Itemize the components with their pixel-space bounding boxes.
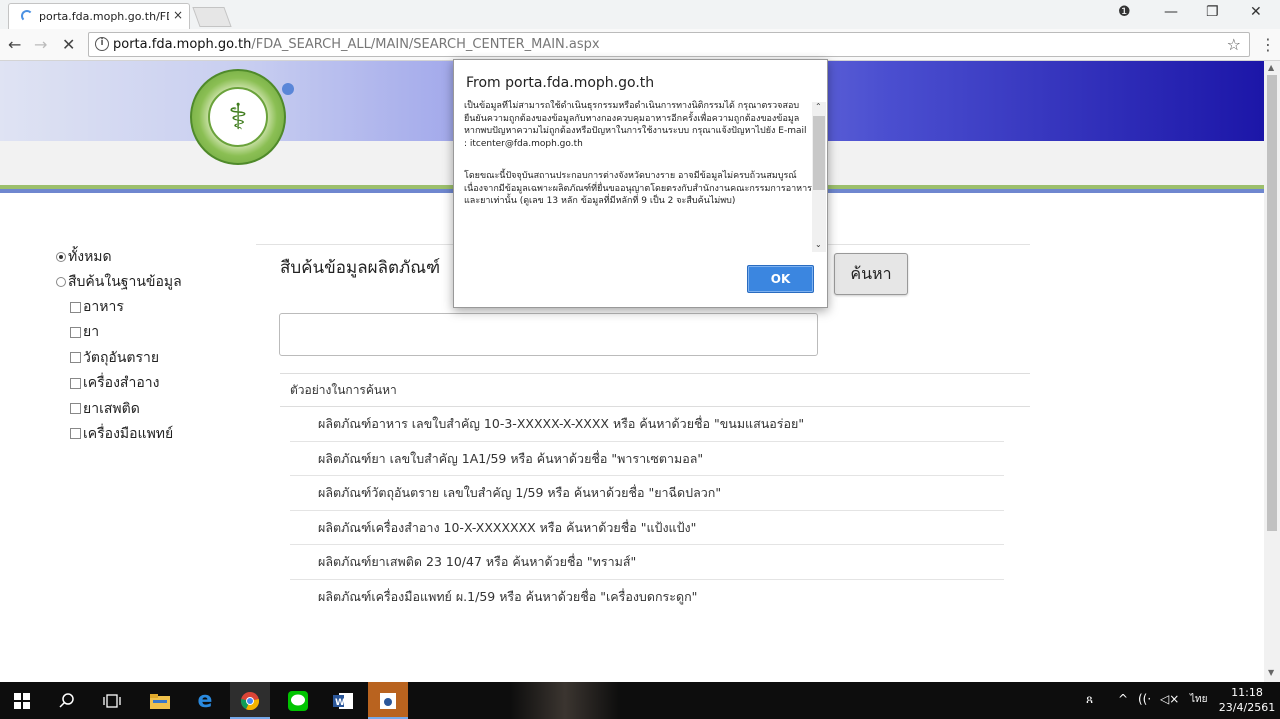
caduceus-icon: ⚕ [228, 97, 248, 138]
forward-icon[interactable]: → [34, 35, 47, 54]
example-row: ผลิตภัณฑ์อาหาร เลขใบสำคัญ 10-3-XXXXX-X-X… [290, 407, 1004, 442]
address-bar[interactable]: i porta.fda.moph.go.th/FDA_SEARCH_ALL/MA… [88, 32, 1250, 57]
close-window-button[interactable]: ✕ [1250, 4, 1262, 20]
radio-database-label: สืบค้นในฐานข้อมูล [68, 274, 182, 290]
url-path: /FDA_SEARCH_ALL/MAIN/SEARCH_CENTER_MAIN.… [251, 37, 600, 52]
volume-icon[interactable]: ◁× [1160, 692, 1179, 706]
search-title: สืบค้นข้อมูลผลิตภัณฑ์ [280, 258, 441, 278]
tray-expand-icon[interactable]: ^ [1118, 692, 1128, 706]
page-scrollbar[interactable]: ▲ ▼ [1264, 61, 1280, 682]
checkbox-label: เครื่องมือแพทย์ [83, 425, 174, 442]
checkbox-label: เครื่องสำอาง [83, 375, 160, 392]
search-button[interactable]: ค้นหา [834, 253, 908, 295]
file-explorer-icon[interactable] [140, 682, 180, 719]
bookmark-star-icon[interactable]: ☆ [1227, 35, 1241, 54]
scroll-up-icon[interactable]: ⌃ [815, 102, 822, 111]
example-row: ผลิตภัณฑ์ยา เลขใบสำคัญ 1A1/59 หรือ ค้นหา… [290, 442, 1004, 477]
dialog-paragraph: โดยขณะนี้ปัจจุบันสถานประกอบการต่างจังหวั… [464, 171, 812, 206]
word-icon[interactable]: W [323, 682, 363, 719]
minimize-button[interactable]: — [1164, 4, 1178, 20]
chrome-icon[interactable] [230, 682, 270, 719]
checkbox-label: ยา [83, 324, 100, 341]
start-button[interactable] [2, 682, 42, 719]
examples-header: ตัวอย่างในการค้นหา [280, 373, 1030, 407]
radio-all-label: ทั้งหมด [68, 249, 112, 265]
checkbox-drug[interactable]: ยา [56, 321, 182, 346]
taskbar-background [510, 682, 620, 719]
checkbox-label: อาหาร [83, 299, 124, 315]
site-info-icon[interactable]: i [95, 37, 109, 51]
checkbox-hazardous[interactable]: วัตถุอันตราย [56, 347, 182, 372]
radio-database[interactable]: สืบค้นในฐานข้อมูล [56, 271, 182, 296]
back-icon[interactable]: ← [8, 35, 21, 54]
dialog-scrollbar[interactable]: ⌃ ⌄ [812, 102, 826, 252]
restore-button[interactable]: ❐ [1206, 4, 1219, 20]
logo-emblem: ⚕ [208, 87, 268, 147]
clock-time: 11:18 [1231, 686, 1263, 699]
checkbox-icon[interactable] [70, 428, 81, 440]
scroll-down-icon[interactable]: ⌄ [815, 240, 822, 249]
browser-menu-icon[interactable]: ⋮ [1260, 35, 1276, 54]
account-icon[interactable]: ❶ [1118, 4, 1131, 20]
checkbox-icon[interactable] [70, 352, 81, 364]
checkbox-icon[interactable] [70, 403, 81, 415]
task-view-icon[interactable] [92, 682, 132, 719]
tab-close-icon[interactable]: × [173, 8, 183, 22]
search-input[interactable] [279, 313, 818, 356]
checkbox-label: ยาเสพติด [83, 400, 140, 417]
logo-dot [282, 83, 294, 95]
ok-button[interactable]: OK [747, 265, 814, 293]
checkbox-icon[interactable] [70, 301, 81, 313]
scroll-up-icon[interactable]: ▲ [1268, 63, 1274, 72]
example-row: ผลิตภัณฑ์เครื่องมือแพทย์ ผ.1/59 หรือ ค้น… [318, 588, 698, 604]
example-row: ผลิตภัณฑ์เครื่องสำอาง 10-X-XXXXXXX หรือ … [290, 511, 1004, 546]
search-examples: ตัวอย่างในการค้นหา ผลิตภัณฑ์อาหาร เลขใบส… [280, 373, 1030, 615]
clock-date: 23/4/2561 [1218, 701, 1276, 714]
checkbox-label: วัตถุอันตราย [83, 349, 160, 366]
radio-all[interactable]: ทั้งหมด [56, 246, 182, 271]
wifi-icon[interactable]: ((· [1138, 692, 1151, 706]
edge-icon[interactable]: e [185, 682, 225, 719]
line-app-icon[interactable] [278, 682, 318, 719]
dialog-paragraph: เป็นข้อมูลที่ไม่สามารถใช้ดำเนินธุรกรรมหร… [464, 101, 807, 149]
language-indicator[interactable]: ไทย [1190, 692, 1207, 707]
example-row: ผลิตภัณฑ์วัตถุอันตราย เลขใบสำคัญ 1/59 หร… [290, 476, 1004, 511]
checkbox-narcotic[interactable]: ยาเสพติด [56, 398, 182, 423]
browser-tabstrip: porta.fda.moph.go.th/FD × ❶ — ❐ ✕ [0, 0, 1280, 29]
dialog-scrollbar-thumb[interactable] [813, 116, 825, 190]
browser-tab[interactable]: porta.fda.moph.go.th/FD × [8, 3, 190, 29]
checkbox-icon[interactable] [70, 377, 81, 389]
url-text: porta.fda.moph.go.th/FDA_SEARCH_ALL/MAIN… [113, 37, 600, 52]
dialog-title: From porta.fda.moph.go.th [466, 75, 655, 91]
radio-icon[interactable] [56, 277, 66, 287]
example-row: ผลิตภัณฑ์ยาเสพติด 23 10/47 หรือ ค้นหาด้ว… [290, 545, 1004, 580]
tab-title: porta.fda.moph.go.th/FD [39, 10, 169, 23]
search-scope-options: ทั้งหมด สืบค้นในฐานข้อมูล อาหาร ยา วัตถุ… [56, 246, 182, 448]
svg-text:W: W [335, 698, 345, 708]
checkbox-icon[interactable] [70, 326, 81, 338]
fda-logo: ⚕ [190, 69, 286, 165]
loading-spinner-icon [21, 10, 33, 22]
radio-icon[interactable] [56, 252, 66, 262]
browser-toolbar: ← → ✕ i porta.fda.moph.go.th/FDA_SEARCH_… [0, 29, 1280, 61]
new-tab-button[interactable] [192, 7, 232, 27]
alert-dialog: From porta.fda.moph.go.th เป็นข้อมูลที่ไ… [453, 59, 828, 308]
capture-app-icon[interactable] [368, 682, 408, 719]
url-host: porta.fda.moph.go.th [113, 37, 252, 52]
dialog-message: เป็นข้อมูลที่ไม่สามารถใช้ดำเนินธุรกรรมหร… [464, 100, 812, 252]
people-icon[interactable]: ጸ [1086, 692, 1093, 707]
checkbox-food[interactable]: อาหาร [56, 296, 182, 321]
search-icon[interactable] [47, 682, 87, 719]
checkbox-medical-device[interactable]: เครื่องมือแพทย์ [56, 423, 182, 448]
stop-icon[interactable]: ✕ [62, 35, 75, 54]
scrollbar-thumb[interactable] [1267, 75, 1277, 531]
windows-taskbar: e W ጸ ^ ((· ◁× ไทย 11:18 23/4/2561 [0, 682, 1280, 719]
scroll-down-icon[interactable]: ▼ [1268, 668, 1274, 677]
taskbar-clock[interactable]: 11:18 23/4/2561 [1218, 685, 1276, 715]
checkbox-cosmetic[interactable]: เครื่องสำอาง [56, 372, 182, 397]
